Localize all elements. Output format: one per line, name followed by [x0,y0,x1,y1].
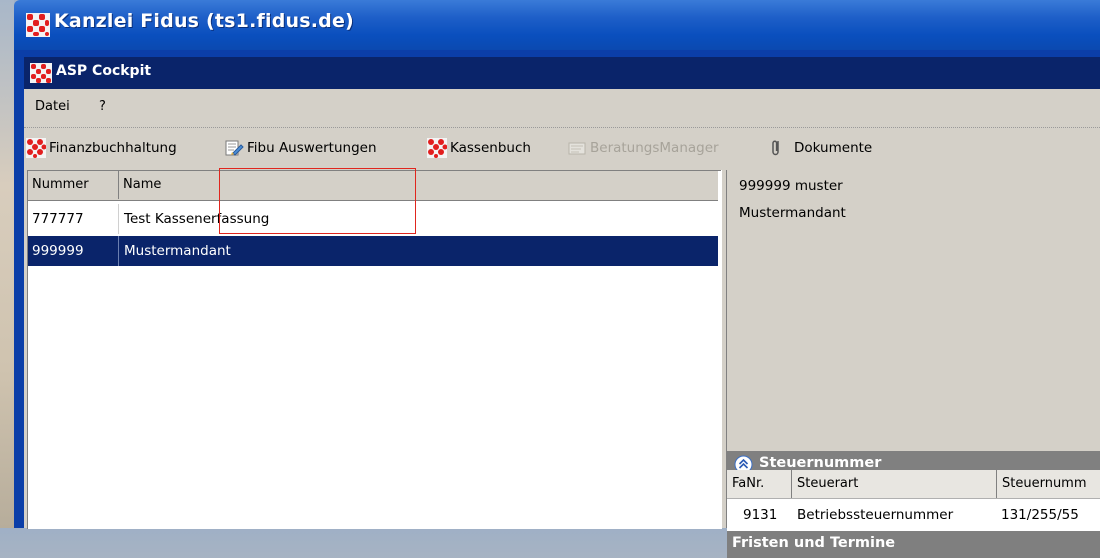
app-window: ASP Cockpit Datei ? Finanzbuchhaltung Fi… [24,57,1100,558]
finanzbuchhaltung-button[interactable]: Finanzbuchhaltung [26,137,177,159]
cell-name: Mustermandant [124,243,231,259]
finanzbuchhaltung-label: Finanzbuchhaltung [49,140,177,156]
desktop-background [0,0,14,528]
app-title: ASP Cockpit [56,63,152,79]
fidus-logo-icon [26,13,50,41]
fibu-auswertungen-label: Fibu Auswertungen [247,140,377,156]
highlight-annotation [219,168,416,234]
column-divider [118,204,119,234]
section-title: Steuernummer [759,455,882,471]
column-header-fanr[interactable]: FaNr. [727,470,791,498]
beratungsmanager-button[interactable]: BeratungsManager [567,137,719,159]
beratungsmanager-label: BeratungsManager [590,140,719,156]
cell-nummer: 999999 [32,243,84,259]
kassenbuch-label: Kassenbuch [450,140,531,156]
column-header-steuerart[interactable]: Steuerart [791,470,996,498]
table-row-selected[interactable]: 999999 Mustermandant [28,236,718,266]
app-titlebar[interactable]: ASP Cockpit [24,57,1100,89]
detail-line-1: 999999 muster [739,178,843,194]
menu-help[interactable]: ? [99,99,106,114]
menu-datei[interactable]: Datei [35,99,70,114]
window-frame: ASP Cockpit Datei ? Finanzbuchhaltung Fi… [14,50,1100,558]
section-title: Fristen und Termine [732,535,896,551]
fidus-logo-icon [30,63,52,87]
beratung-icon [567,138,587,158]
cell-nummer: 777777 [32,211,84,227]
detail-pane: 999999 muster Mustermandant Steuernummer… [727,170,1100,558]
paperclip-icon [769,138,787,158]
report-icon [224,138,244,158]
steuernummer-header: FaNr. Steuerart Steuernumm [727,470,1100,499]
dokumente-label: Dokumente [794,140,873,156]
cell-steuernummer: 131/255/55 [1001,507,1079,523]
fidus-logo-icon [26,138,46,158]
fibu-auswertungen-button[interactable]: Fibu Auswertungen [224,137,377,159]
toolbar: Finanzbuchhaltung Fibu Auswertungen Kass… [24,129,1100,169]
column-divider [118,236,119,266]
table-row[interactable]: 9131 Betriebssteuernummer 131/255/55 [727,499,1100,531]
column-header-name[interactable]: Name [119,171,718,199]
column-header-steuernummer[interactable]: Steuernumm [996,470,1100,498]
cell-fanr: 9131 [743,507,778,523]
section-fristen[interactable]: Fristen und Termine [727,531,1100,558]
kassenbuch-button[interactable]: Kassenbuch [427,137,531,159]
dokumente-button[interactable]: Dokumente [769,137,872,159]
cell-steuerart: Betriebssteuernummer [797,507,954,523]
menu-bar: Datei ? [24,89,1100,128]
column-header-nummer[interactable]: Nummer [28,171,119,199]
detail-line-2: Mustermandant [739,205,846,221]
fidus-logo-icon [427,138,447,158]
window-title: Kanzlei Fidus (ts1.fidus.de) [54,10,354,32]
window-titlebar[interactable]: Kanzlei Fidus (ts1.fidus.de) [14,0,1100,50]
